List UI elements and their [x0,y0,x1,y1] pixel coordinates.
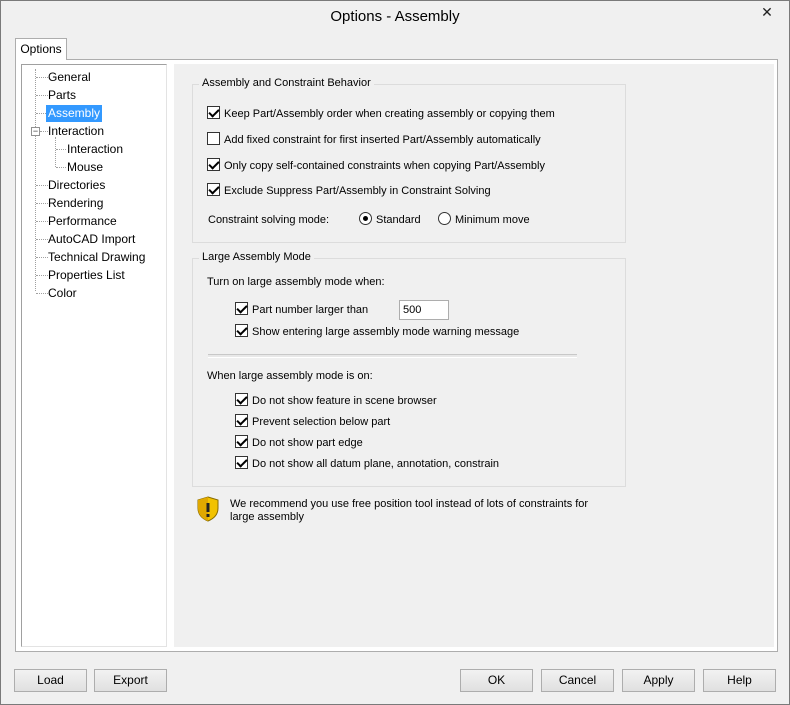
hide-feature-label: Do not show feature in scene browser [252,395,437,407]
keep-order-label: Keep Part/Assembly order when creating a… [224,108,555,120]
tip-text: We recommend you use free position tool … [230,498,589,523]
hide-feature-option[interactable]: Do not show feature in scene browser [235,393,437,409]
tree-connector [55,137,56,167]
keep-order-checkbox[interactable] [207,106,220,119]
large-assembly-group: Large Assembly Mode Turn on large assemb… [192,251,626,487]
cancel-button[interactable]: Cancel [541,669,614,692]
load-button[interactable]: Load [14,669,87,692]
turn-on-label: Turn on large assembly mode when: [207,276,385,288]
separator [208,354,577,358]
tab-options[interactable]: Options [15,38,67,60]
fixed-constraint-label: Add fixed constraint for first inserted … [224,134,541,146]
when-on-label: When large assembly mode is on: [207,370,373,382]
tree-item-mouse[interactable]: Mouse [65,159,105,176]
exclude-suppress-option[interactable]: Exclude Suppress Part/Assembly in Constr… [207,183,491,199]
exclude-suppress-checkbox[interactable] [207,183,220,196]
self-contained-option[interactable]: Only copy self-contained constraints whe… [207,158,545,174]
tree-item-assembly[interactable]: Assembly [46,105,103,122]
hide-edge-label: Do not show part edge [252,437,363,449]
hide-datum-checkbox[interactable] [235,456,248,469]
tree-item-autocad-import[interactable]: AutoCAD Import [46,231,137,248]
hide-edge-option[interactable]: Do not show part edge [235,435,363,451]
tree-item-parts[interactable]: Parts [46,87,78,104]
prevent-selection-option[interactable]: Prevent selection below part [235,414,390,430]
warning-checkbox[interactable] [235,324,248,337]
minimum-move-radio[interactable] [438,212,451,225]
fixed-constraint-checkbox[interactable] [207,132,220,145]
standard-mode-option[interactable]: Standard [359,212,421,228]
self-contained-checkbox[interactable] [207,158,220,171]
part-number-checkbox[interactable] [235,302,248,315]
minimum-move-label: Minimum move [455,214,530,226]
tree-item-directories[interactable]: Directories [46,177,107,194]
prevent-selection-checkbox[interactable] [235,414,248,427]
shield-warning-icon [197,496,219,522]
hide-feature-checkbox[interactable] [235,393,248,406]
warning-option[interactable]: Show entering large assembly mode warnin… [235,324,519,340]
hide-edge-checkbox[interactable] [235,435,248,448]
options-tab-panel: − General Parts Assembly Interaction Int… [15,59,778,652]
options-tree[interactable]: − General Parts Assembly Interaction Int… [21,64,167,647]
prevent-selection-label: Prevent selection below part [252,416,391,428]
collapse-icon[interactable]: − [31,127,40,136]
standard-radio[interactable] [359,212,372,225]
part-number-option[interactable]: Part number larger than [235,302,368,318]
options-window: Options - Assembly ✕ Options − General P… [0,0,790,705]
tree-item-performance[interactable]: Performance [46,213,119,230]
hide-datum-label: Do not show all datum plane, annotation,… [252,458,500,470]
ok-button[interactable]: OK [460,669,533,692]
apply-button[interactable]: Apply [622,669,695,692]
tree-item-interaction[interactable]: Interaction [46,123,106,140]
behavior-group-title: Assembly and Constraint Behavior [199,77,374,89]
title-bar[interactable]: Options - Assembly ✕ [1,1,789,32]
warning-label: Show entering large assembly mode warnin… [252,326,520,338]
minimum-move-option[interactable]: Minimum move [438,212,530,228]
part-number-label: Part number larger than [252,304,369,316]
help-button[interactable]: Help [703,669,776,692]
solving-mode-label: Constraint solving mode: [208,214,330,226]
tree-item-rendering[interactable]: Rendering [46,195,105,212]
standard-label: Standard [376,214,421,226]
tree-item-properties-list[interactable]: Properties List [46,267,127,284]
tree-item-general[interactable]: General [46,69,93,86]
fixed-constraint-option[interactable]: Add fixed constraint for first inserted … [207,132,541,148]
hide-datum-option[interactable]: Do not show all datum plane, annotation,… [235,456,499,472]
self-contained-label: Only copy self-contained constraints whe… [224,160,545,172]
keep-order-option[interactable]: Keep Part/Assembly order when creating a… [207,106,555,122]
assembly-settings-panel: Assembly and Constraint Behavior Keep Pa… [174,64,774,647]
large-assembly-group-title: Large Assembly Mode [199,251,314,263]
part-number-input[interactable]: 500 [399,300,449,320]
tree-item-interaction-sub[interactable]: Interaction [65,141,125,158]
tree-item-technical-drawing[interactable]: Technical Drawing [46,249,147,266]
behavior-group: Assembly and Constraint Behavior Keep Pa… [192,77,626,243]
close-icon[interactable]: ✕ [753,1,781,23]
exclude-suppress-label: Exclude Suppress Part/Assembly in Constr… [224,185,491,197]
window-title: Options - Assembly [330,8,460,25]
export-button[interactable]: Export [94,669,167,692]
tree-item-color[interactable]: Color [46,285,79,302]
